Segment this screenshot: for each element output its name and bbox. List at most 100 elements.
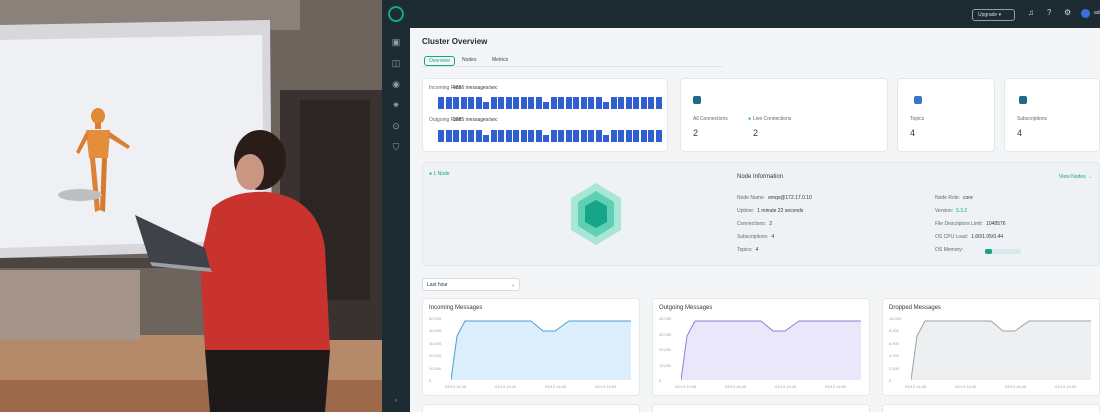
rate-bar: [498, 97, 504, 109]
node-field-label: Topics:: [737, 247, 753, 253]
node-field-row: Node Name: emqx@172.17.0.10: [737, 195, 812, 201]
live-connections-value: 2: [753, 128, 759, 138]
node-card: ● 1 Node Node Information View Nodes → N…: [422, 162, 1100, 266]
y-tick-label: 10,000: [889, 316, 902, 321]
node-field-label: OS Memory:: [935, 247, 964, 253]
topics-card: Topics 4: [897, 78, 995, 152]
all-connections-label: All Connections: [693, 116, 728, 122]
rate-bar: [565, 97, 572, 109]
node-field-row: Uptime: 1 minute 22 seconds: [737, 208, 803, 214]
help-icon[interactable]: ?: [1047, 8, 1051, 17]
settings-icon[interactable]: ⚙: [1064, 8, 1071, 17]
node-field-label: Uptime:: [737, 208, 755, 214]
x-tick-label: 02/13 14:50: [825, 384, 847, 389]
live-connections-label: Live Connections: [753, 116, 792, 122]
gear-icon[interactable]: ✷: [391, 100, 401, 110]
node-field-value: 5.3.2: [956, 208, 968, 214]
topics-value: 4: [910, 128, 916, 138]
subscriptions-label: Subscriptions: [1017, 116, 1048, 122]
rate-bar: [445, 130, 452, 142]
collapse-icon[interactable]: ◦: [391, 395, 401, 405]
node-field-row: OS Memory:: [935, 247, 966, 253]
x-tick-label: 02/13 14:35: [905, 384, 927, 389]
chart-card: Incoming Messages 50,000 40,000 30,000 20,00…: [422, 298, 640, 396]
rate-bar: [468, 130, 474, 142]
rate-bar: [550, 130, 557, 142]
subscriptions-value: 4: [1017, 128, 1023, 138]
rate-bar: [588, 130, 594, 142]
search-icon[interactable]: ⊙: [391, 121, 401, 131]
rate-bar: [655, 97, 662, 109]
y-tick-label: 40,000: [659, 316, 672, 321]
connections-icon: [693, 96, 701, 104]
rate-bar: [460, 130, 467, 142]
x-tick-label: 02/13 14:45: [775, 384, 797, 389]
rate-bar: [655, 130, 662, 142]
node-field-row: Connections: 2: [737, 221, 772, 227]
tab-overview[interactable]: Overview: [424, 56, 455, 66]
rate-bar: [535, 97, 542, 109]
rate-bar: [520, 130, 527, 142]
rate-bar: [475, 97, 482, 109]
rate-bar: [490, 130, 497, 142]
rate-bar: [438, 130, 444, 142]
y-tick-label: 4,000: [889, 353, 900, 359]
upgrade-button[interactable]: Upgrade ▾: [972, 9, 1015, 21]
rate-bar: [483, 102, 489, 109]
rate-bar: [625, 97, 632, 109]
y-tick-label: 50,000: [429, 316, 442, 321]
view-nodes-link[interactable]: View Nodes →: [1059, 174, 1092, 180]
rate-bar: [610, 97, 617, 109]
y-tick-label: 0: [659, 378, 662, 383]
outgoing-rate-value: 3985 messages/sec: [453, 117, 498, 123]
rate-bar: [513, 97, 519, 109]
rate-bar: [520, 97, 527, 109]
y-tick-label: 10,000: [659, 362, 672, 368]
y-tick-label: 6,000: [889, 340, 900, 346]
chart-card-next-2: [652, 404, 870, 412]
rate-bar: [610, 130, 617, 142]
chevron-down-icon: ⌄: [511, 282, 516, 288]
incoming-rate-value: 4656 messages/sec: [453, 85, 498, 91]
rate-bar: [648, 97, 654, 109]
rate-bar: [490, 97, 497, 109]
rate-bar: [625, 130, 632, 142]
avatar[interactable]: [1081, 9, 1090, 18]
node-field-label: Node Name:: [737, 195, 766, 201]
y-tick-label: 30,000: [429, 340, 442, 346]
rate-bar: [633, 130, 639, 142]
rate-bar: [483, 135, 489, 142]
rate-bar: [453, 97, 459, 109]
node-field-row: Version: 5.3.2: [935, 208, 967, 214]
node-field-label: File Descriptors Limit:: [935, 221, 984, 227]
live-dot-icon: ●: [748, 116, 752, 122]
node-field-label: Version:: [935, 208, 954, 214]
all-connections-value: 2: [693, 128, 699, 138]
rate-bar: [648, 130, 654, 142]
bell-icon[interactable]: ♫: [1028, 8, 1034, 17]
connections-icon[interactable]: ◉: [391, 79, 401, 89]
x-tick-label: 02/13 14:40: [495, 384, 517, 389]
rate-bar: [580, 97, 587, 109]
y-tick-label: 2,000: [889, 365, 900, 371]
monitor-icon[interactable]: ◫: [391, 58, 401, 68]
rate-bar: [588, 97, 594, 109]
tab-metrics[interactable]: Metrics: [492, 57, 508, 63]
rate-bar: [543, 102, 549, 109]
user-name[interactable]: adm: [1094, 10, 1100, 16]
node-field-label: Node Role:: [935, 195, 961, 201]
rate-bar: [445, 97, 452, 109]
x-tick-label: 02/13 14:40: [725, 384, 747, 389]
tab-nodes[interactable]: Nodes: [462, 57, 476, 63]
rate-bar: [550, 97, 557, 109]
y-tick-label: 20,000: [429, 353, 442, 359]
rate-bar: [505, 97, 512, 109]
rate-bar: [573, 97, 579, 109]
dashboard-icon[interactable]: ▣: [391, 37, 401, 47]
memory-bar: [985, 249, 1021, 254]
rate-bar: [528, 97, 534, 109]
rate-bar: [580, 130, 587, 142]
time-range-select[interactable]: Last hour ⌄: [422, 278, 520, 291]
node-field-value: 1.60/1.05/0.44: [971, 234, 1004, 240]
shield-icon[interactable]: ⛉: [391, 142, 401, 152]
